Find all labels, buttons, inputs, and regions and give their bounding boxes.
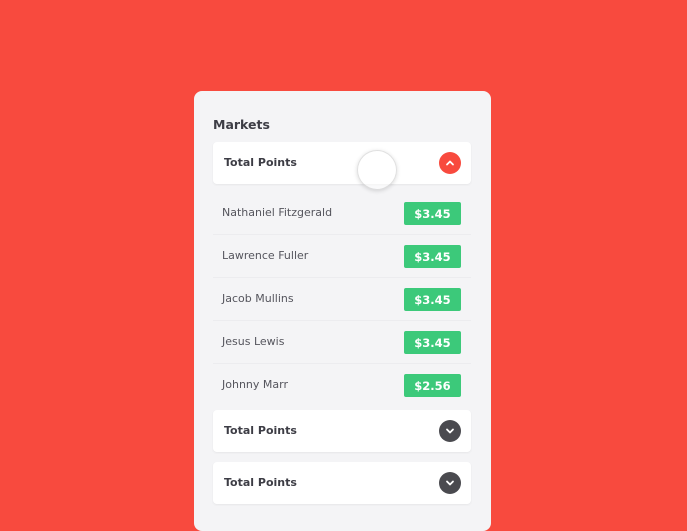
list-item: Johnny Marr $2.56 [213, 364, 471, 406]
selection-name: Johnny Marr [222, 378, 288, 391]
market-header-2[interactable]: Total Points [213, 410, 471, 452]
list-item: Jacob Mullins $3.45 [213, 278, 471, 321]
market-header-3[interactable]: Total Points [213, 462, 471, 504]
market-label: Total Points [224, 476, 297, 489]
list-item: Lawrence Fuller $3.45 [213, 235, 471, 278]
price-button[interactable]: $3.45 [404, 331, 461, 354]
panel-title: Markets [213, 117, 270, 132]
price-button[interactable]: $3.45 [404, 288, 461, 311]
selection-name: Jacob Mullins [222, 292, 294, 305]
market-label: Total Points [224, 156, 297, 169]
chevron-down-icon[interactable] [439, 472, 461, 494]
selection-name: Lawrence Fuller [222, 249, 309, 262]
selection-name: Jesus Lewis [222, 335, 285, 348]
list-item: Nathaniel Fitzgerald $3.45 [213, 192, 471, 235]
touch-cursor [357, 150, 397, 190]
chevron-up-icon[interactable] [439, 152, 461, 174]
list-item: Jesus Lewis $3.45 [213, 321, 471, 364]
price-button[interactable]: $3.45 [404, 202, 461, 225]
market-header-1[interactable]: Total Points [213, 142, 471, 184]
chevron-down-icon[interactable] [439, 420, 461, 442]
selection-name: Nathaniel Fitzgerald [222, 206, 333, 219]
market-label: Total Points [224, 424, 297, 437]
selection-list: Nathaniel Fitzgerald $3.45 Lawrence Full… [213, 192, 471, 406]
price-button[interactable]: $3.45 [404, 245, 461, 268]
price-button[interactable]: $2.56 [404, 374, 461, 397]
markets-panel: Markets Total Points Nathaniel Fitzgeral… [194, 91, 491, 531]
